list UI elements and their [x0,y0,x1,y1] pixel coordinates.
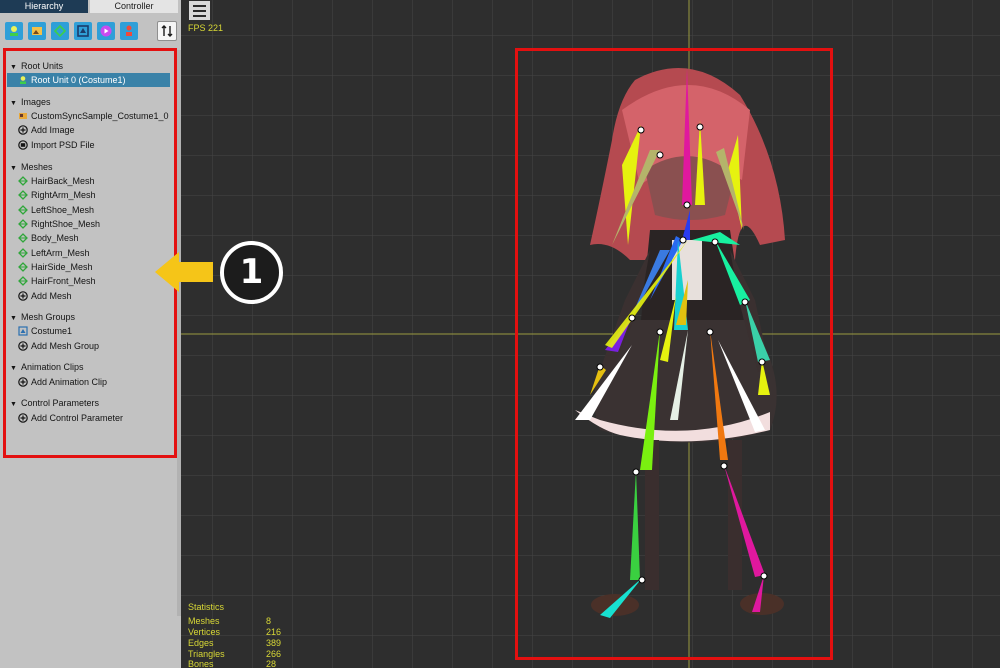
hamburger-icon [193,4,206,7]
stat-value: 266 [266,649,282,659]
image-icon [32,27,42,35]
stat-value: 28 [266,659,277,668]
stat-row-edges: Edges 389 [188,638,281,649]
control-parameter-filter-button[interactable] [120,22,138,40]
statistics-title: Statistics [188,602,225,612]
mesh-group-icon [77,25,89,37]
fps-counter: FPS 221 [188,23,224,33]
stat-value: 389 [266,638,282,648]
sort-arrows-icon [161,25,173,37]
character-highlight-box [515,48,833,660]
stat-row-meshes: Meshes 8 [188,616,271,627]
animation-icon [100,25,112,37]
image-filter-button[interactable] [28,22,46,40]
root-unit-filter-button[interactable] [5,22,23,40]
stat-label: Bones [188,659,214,668]
animation-filter-button[interactable] [97,22,115,40]
panel-tabs: Hierarchy Controller [0,0,181,14]
stat-label: Vertices [188,627,221,637]
stat-value: 216 [266,627,282,637]
stat-value: 8 [266,616,272,626]
mesh-group-filter-button[interactable] [74,22,92,40]
viewport-menu-button[interactable] [189,1,210,20]
tab-hierarchy[interactable]: Hierarchy [0,0,88,13]
hamburger-icon-line [193,14,206,17]
hamburger-icon-line [193,9,206,12]
sort-button[interactable] [157,21,177,41]
stat-label: Meshes [188,616,220,626]
stat-label: Edges [188,638,214,648]
hierarchy-toolbar [5,21,182,42]
hierarchy-highlight-box [3,48,177,458]
callout-number-badge: 1 [220,241,283,304]
mesh-filter-button[interactable] [51,22,69,40]
stat-row-bones: Bones 28 [188,659,276,668]
tab-controller[interactable]: Controller [90,0,178,13]
callout-arrow-icon [155,252,213,292]
root-unit-icon [10,26,18,36]
control-parameter-icon [126,25,132,36]
mesh-icon [53,24,67,38]
stat-row-vertices: Vertices 216 [188,627,281,638]
